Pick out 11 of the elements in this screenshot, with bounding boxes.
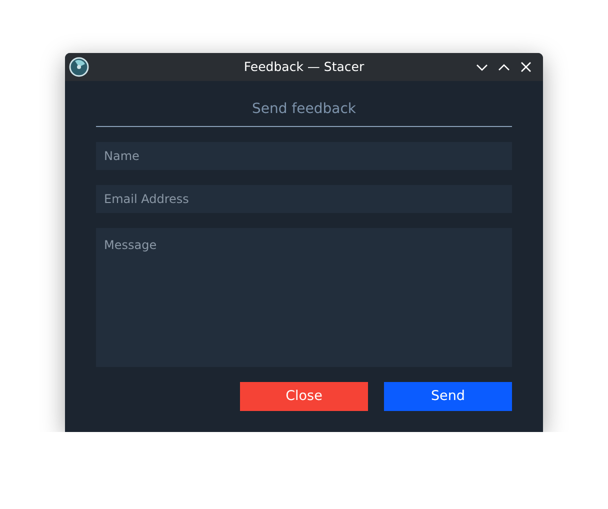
input-field[interactable]: Name	[96, 142, 512, 170]
close-icon	[521, 62, 531, 72]
window-title: Feedback — Stacer	[244, 58, 364, 76]
form-heading: Send feedback	[96, 99, 512, 127]
message-field[interactable]: Message	[96, 228, 512, 367]
chevron-down-icon	[476, 64, 488, 70]
close-button[interactable]: Close	[240, 382, 368, 411]
input-field[interactable]: Email Address	[96, 185, 512, 213]
send-button[interactable]: Send	[384, 382, 512, 411]
app-logo-icon	[69, 57, 89, 77]
chevron-up-icon	[498, 64, 510, 70]
